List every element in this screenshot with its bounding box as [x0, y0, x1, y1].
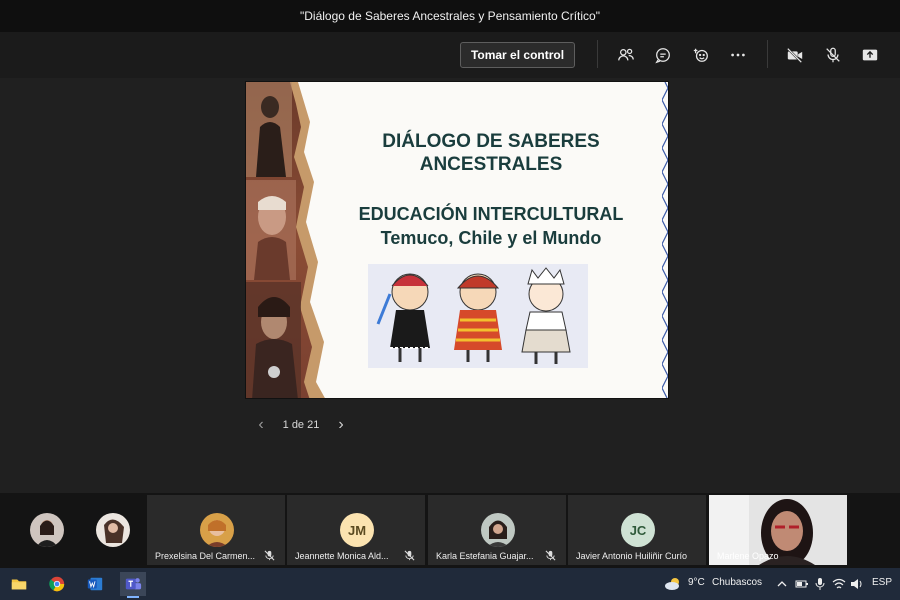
word-icon[interactable] [82, 572, 108, 596]
slide-title: DIÁLOGO DE SABERES ANCESTRALES [382, 131, 600, 175]
participant-avatar [200, 513, 234, 547]
participant-name: Javier Antonio Huiliñir Curío [576, 551, 688, 561]
chat-icon[interactable] [650, 42, 676, 68]
participant-initials-avatar: JC [621, 513, 655, 547]
mic-off-icon[interactable] [820, 42, 846, 68]
toolbar-divider [597, 40, 598, 68]
window-title: "Diálogo de Saberes Ancestrales y Pensam… [299, 9, 600, 23]
window-title-bar: "Diálogo de Saberes Ancestrales y Pensam… [0, 0, 900, 32]
participant-tile[interactable]: JM Jeannette Monica Ald... [287, 495, 425, 565]
weather-temperature[interactable]: 9°C [688, 577, 705, 588]
slide-pager: ‹ 1 de 21 › [250, 415, 352, 435]
participant-tile[interactable]: Karla Estefania Guajar... [428, 495, 566, 565]
participant-tile[interactable]: Prexelsina Del Carmen... [147, 495, 285, 565]
participant-name: Jeannette Monica Ald... [295, 551, 389, 561]
take-control-button[interactable]: Tomar el control [460, 42, 575, 68]
shared-slide: DIÁLOGO DE SABERES ANCESTRALES EDUCACIÓN… [245, 81, 669, 399]
teams-icon[interactable] [120, 572, 146, 598]
mic-muted-icon [264, 550, 275, 561]
participant-avatar[interactable] [30, 513, 64, 547]
more-icon[interactable] [725, 42, 751, 68]
share-icon[interactable] [857, 42, 883, 68]
participant-gallery: Prexelsina Del Carmen... JM Jeannette Mo… [0, 493, 900, 568]
participant-avatar [481, 513, 515, 547]
chevron-up-icon[interactable] [776, 578, 788, 590]
volume-icon[interactable] [850, 577, 864, 591]
input-language[interactable]: ESP [872, 577, 892, 588]
wifi-icon[interactable] [832, 577, 846, 591]
ancestral-portraits-image [246, 82, 325, 398]
next-slide-icon[interactable]: › [330, 416, 352, 434]
chrome-icon[interactable] [44, 572, 70, 596]
slide-pattern-border [662, 82, 668, 398]
battery-icon[interactable] [795, 578, 809, 590]
mic-muted-icon [404, 550, 415, 561]
participant-name: Karla Estefania Guajar... [436, 551, 534, 561]
toolbar-divider [767, 40, 768, 68]
participant-initials-avatar: JM [340, 513, 374, 547]
slide-subtitle-line2: Temuco, Chile y el Mundo [380, 228, 602, 248]
file-explorer-icon[interactable] [6, 572, 32, 596]
participant-video-tile[interactable]: Marlene Opazo [709, 495, 847, 565]
slide-subtitle: EDUCACIÓN INTERCULTURAL Temuco, Chile y … [341, 202, 641, 250]
participant-name: Marlene Opazo [717, 551, 779, 561]
participant-avatar[interactable] [96, 513, 130, 547]
people-icon[interactable] [613, 42, 639, 68]
weather-description[interactable]: Chubascos [712, 577, 762, 588]
mic-muted-icon [545, 550, 556, 561]
windows-taskbar: 9°C Chubascos ESP [0, 568, 900, 600]
slide-counter: 1 de 21 [282, 419, 320, 431]
microphone-icon[interactable] [814, 577, 826, 591]
participant-tile[interactable]: JC Javier Antonio Huiliñir Curío [568, 495, 706, 565]
cartoon-children-image [368, 264, 588, 368]
meeting-toolbar: Tomar el control [0, 32, 900, 78]
reactions-icon[interactable] [688, 42, 714, 68]
camera-off-icon[interactable] [782, 42, 808, 68]
weather-icon[interactable] [664, 576, 682, 592]
participant-name: Prexelsina Del Carmen... [155, 551, 256, 561]
slide-subtitle-line1: EDUCACIÓN INTERCULTURAL [358, 204, 624, 224]
previous-slide-icon[interactable]: ‹ [250, 416, 272, 434]
